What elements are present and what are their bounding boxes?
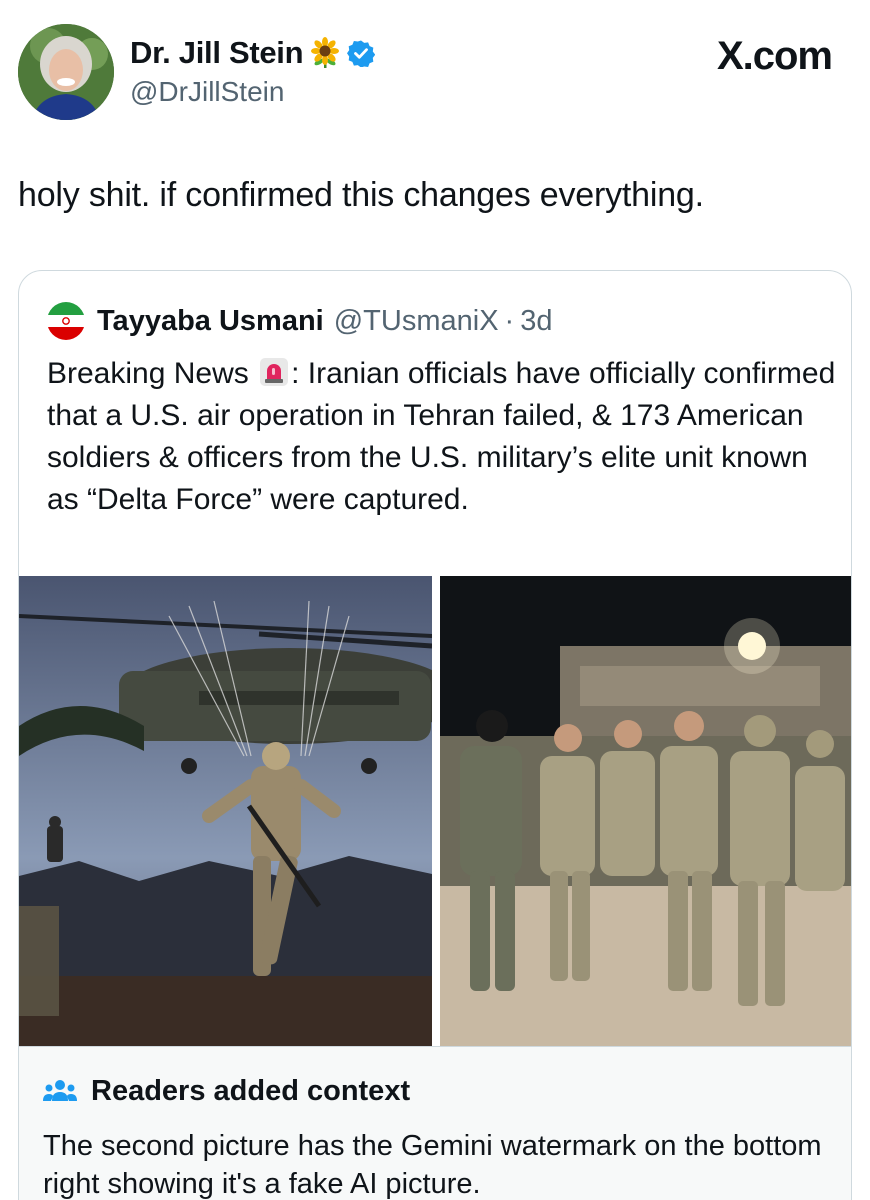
tweet-header: Dr. Jill Stein @DrJillStein X.com [18, 24, 833, 124]
quoted-tweet-header: Tayyaba Usmani @TUsmaniX · 3d [47, 302, 552, 340]
avatar[interactable] [18, 24, 114, 120]
community-note-title: Readers added context [91, 1075, 411, 1107]
people-icon [43, 1077, 77, 1107]
quoted-author-name[interactable]: Tayyaba Usmani [97, 305, 324, 338]
soldiers-marching-photo[interactable] [440, 576, 851, 1046]
quoted-author-handle[interactable]: @TUsmaniX [334, 305, 499, 338]
sunflower-icon [309, 37, 341, 69]
verified-badge-icon [347, 39, 376, 68]
quoted-timestamp[interactable]: 3d [520, 305, 552, 338]
quoted-tweet[interactable]: Tayyaba Usmani @TUsmaniX · 3d Breaking N… [18, 270, 852, 1200]
author-name[interactable]: Dr. Jill Stein [130, 35, 304, 71]
quoted-text-prefix: Breaking News [47, 357, 249, 390]
iran-flag-icon [47, 302, 85, 340]
media-grid [19, 576, 851, 1046]
siren-icon [259, 357, 289, 387]
community-note[interactable]: Readers added context The second picture… [19, 1046, 851, 1200]
tweet-text: holy shit. if confirmed this changes eve… [18, 176, 704, 214]
author-handle[interactable]: @DrJillStein [130, 76, 375, 108]
community-note-text: The second picture has the Gemini waterm… [43, 1130, 822, 1200]
quoted-tweet-text: Breaking News : Iranian officials have o… [47, 353, 837, 521]
separator-dot: · [504, 304, 515, 337]
site-name: X.com [716, 34, 833, 78]
paratrooper-helicopter-photo[interactable] [19, 576, 432, 1046]
